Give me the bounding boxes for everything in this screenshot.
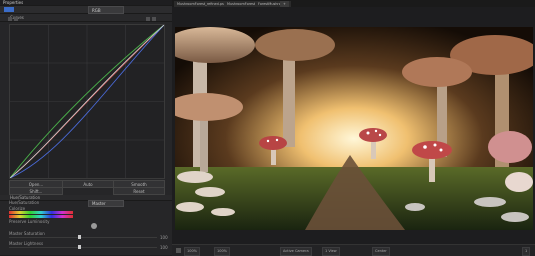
curve-button-auto[interactable]: Auto — [62, 180, 114, 188]
pencil-mode-icon[interactable] — [152, 17, 156, 21]
saturation-label: Master Saturation — [9, 231, 45, 236]
reset-knob-icon[interactable] — [91, 223, 97, 229]
grid-icon[interactable] — [176, 248, 181, 253]
lightness-slider[interactable] — [9, 247, 157, 248]
lightness-handle[interactable] — [78, 245, 81, 249]
point-tool-icon[interactable] — [8, 17, 12, 21]
curve-button-shift[interactable]: Shift... — [9, 187, 63, 195]
document-tabs: MushroomForest_refined.psd MushroomFores… — [172, 0, 535, 7]
tab-document-2[interactable]: MushroomForest — [224, 1, 259, 7]
new-tab-button[interactable]: + — [280, 1, 289, 7]
viewer-bottom-bar: 100% 100% Active Camera 1 View Center 1 — [172, 244, 535, 256]
hue-spectrum-bar — [9, 211, 73, 214]
lightness-value[interactable]: 100 — [160, 245, 168, 250]
tab-document-1[interactable]: MushroomForest_refined.psd — [174, 1, 229, 7]
hue-dropdown[interactable]: Master — [88, 200, 124, 207]
saturation-slider[interactable] — [9, 237, 157, 238]
saturation-value[interactable]: 100 — [160, 235, 168, 240]
saturation-handle[interactable] — [78, 235, 81, 239]
channel-row: RGB — [0, 6, 172, 14]
curves-graph[interactable] — [9, 24, 165, 179]
curve-button-reset[interactable]: Reset — [113, 187, 165, 195]
preserve-label: Preserve Luminosity — [9, 219, 50, 224]
viewport-render[interactable] — [175, 27, 533, 230]
panel-title: Properties — [3, 0, 24, 5]
pencil-icon[interactable] — [14, 17, 18, 21]
lightness-label: Master Lightness — [9, 241, 44, 246]
hue-row-label: Hue/Saturation — [9, 200, 40, 205]
channel-dropdown[interactable]: RGB — [88, 6, 124, 14]
hue-spectrum-bar-result — [9, 215, 73, 218]
properties-panel: Properties RGB Curves Open... Auto Smoot… — [0, 0, 172, 255]
curve-mode-icon[interactable] — [146, 17, 150, 21]
adjustment-icon[interactable] — [4, 7, 14, 12]
